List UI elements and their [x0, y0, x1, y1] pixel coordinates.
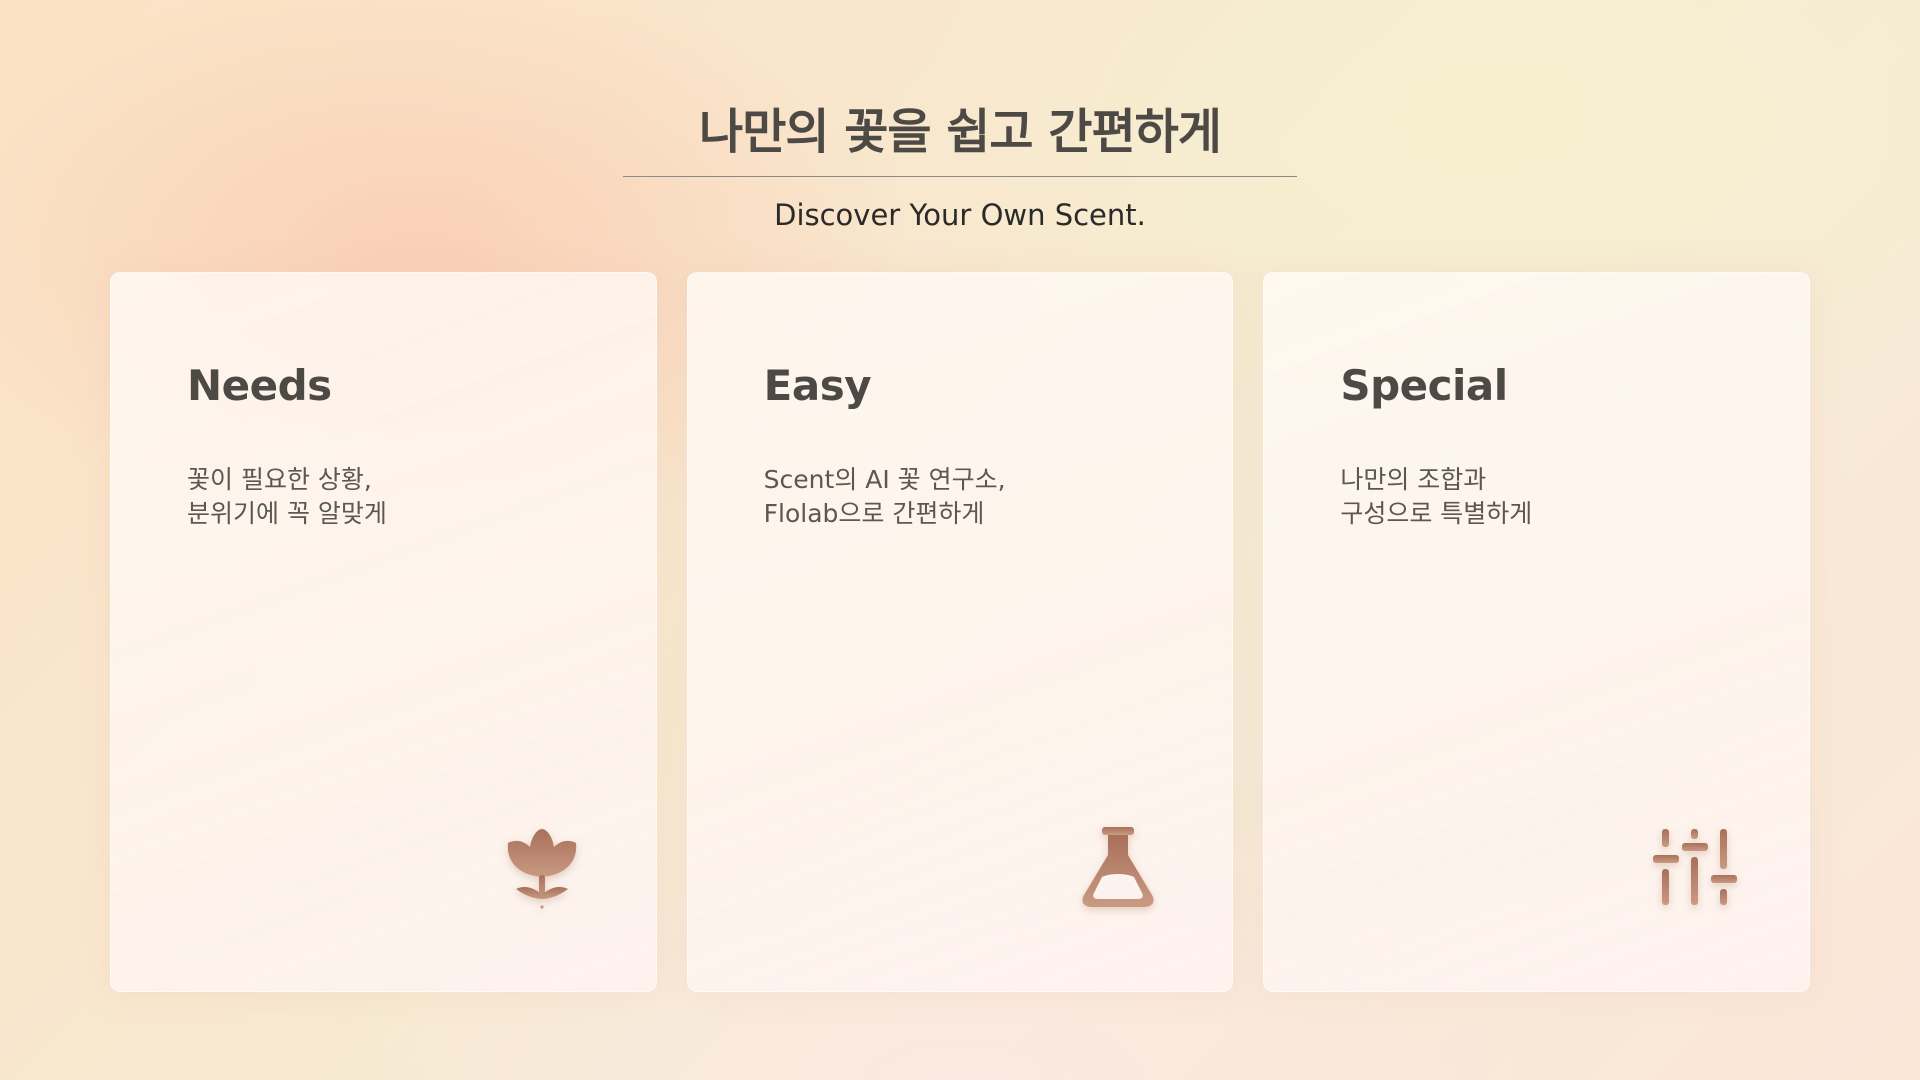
card-needs[interactable]: Needs 꽃이 필요한 상황, 분위기에 꼭 알맞게 [110, 272, 657, 992]
card-description: Scent의 AI 꽃 연구소, Flolab으로 간편하게 [764, 463, 1006, 531]
card-special[interactable]: Special 나만의 조합과 구성으로 특별하게 [1263, 272, 1811, 992]
page-title: 나만의 꽃을 쉽고 간편하게 [699, 104, 1222, 160]
page-subtitle: Discover Your Own Scent. [774, 198, 1146, 232]
card-description-line: Scent의 AI 꽃 연구소, [763, 465, 1006, 494]
card-description: 나만의 조합과 구성으로 특별하게 [1340, 463, 1532, 531]
flask-icon [1072, 821, 1164, 913]
card-description-line: 꽃이 필요한 상황, [187, 465, 372, 494]
page-header: 나만의 꽃을 쉽고 간편하게 Discover Your Own Scent. [0, 96, 1920, 235]
title-divider [623, 176, 1297, 177]
feature-cards: Needs 꽃이 필요한 상황, 분위기에 꼭 알맞게 Easy Scent의 … [110, 272, 1811, 992]
card-title: Special [1340, 361, 1508, 410]
card-description-line: 나만의 조합과 [1340, 465, 1487, 494]
flower-icon [496, 821, 588, 913]
card-description-line: 분위기에 꼭 알맞게 [187, 499, 387, 528]
sliders-icon [1649, 821, 1741, 913]
card-title: Easy [763, 361, 872, 410]
card-easy[interactable]: Easy Scent의 AI 꽃 연구소, Flolab으로 간편하게 [686, 272, 1234, 992]
card-description: 꽃이 필요한 상황, 분위기에 꼭 알맞게 [187, 463, 387, 531]
card-description-line: Flolab으로 간편하게 [763, 499, 985, 528]
card-description-line: 구성으로 특별하게 [1340, 499, 1533, 528]
card-title: Needs [187, 361, 332, 410]
